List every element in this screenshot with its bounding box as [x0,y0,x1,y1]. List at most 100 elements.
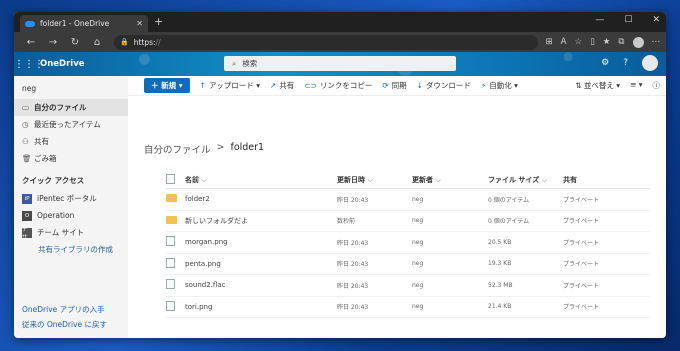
collections-icon[interactable]: ⧉ [618,37,624,47]
url-field[interactable]: 🔒 https: // [114,34,538,50]
file-name[interactable]: sound2.flac [185,281,337,289]
sidebar-item-recycle-bin[interactable]: 🗑 ごみ箱 [14,150,128,167]
column-header-size[interactable]: ファイル サイズ ⌵ [488,175,563,185]
upload-button[interactable]: ↑ アップロード ▾ [200,80,260,91]
library-label: iPentec ポータル [37,194,97,203]
app-launcher-icon[interactable]: ⋮⋮⋮ [14,59,44,70]
onedrive-header: ⋮⋮⋮ OneDrive ⌕ 検索 ⚙ ? [14,52,666,76]
browser-toolbar-icons: ⊞ A ☆ ▯ ★ ⧉ ⋯ [546,36,661,48]
tab-close-icon[interactable]: ✕ [136,19,143,28]
onedrive-cloud-icon [25,20,35,27]
brand-name[interactable]: OneDrive [40,59,85,69]
maximize-button[interactable]: ☐ [624,15,632,25]
home-icon[interactable]: ⌂ [86,37,108,48]
table-row[interactable]: folder2 昨日 20:43 neg 0 個のアイテム プライベート [166,189,650,211]
new-tab-button[interactable]: + [154,15,163,28]
close-window-button[interactable]: ✕ [652,15,660,25]
address-bar: ← → ↻ ⌂ 🔒 https: // ⊞ A ☆ ▯ ★ ⧉ ⋯ [14,32,666,52]
share-button[interactable]: ↗ 共有 [270,80,294,91]
file-sharing: プライベート [563,282,600,290]
sidebar-item-shared[interactable]: ⚇ 共有 [14,133,128,150]
sidebar-user: neg [22,84,37,93]
back-icon[interactable]: ← [20,37,42,48]
file-modified: 昨日 20:43 [337,239,369,247]
file-name[interactable]: folder2 [185,195,337,203]
file-modified: 昨日 20:43 [337,304,369,312]
file-list: 名前 ⌵ 更新日時 ⌵ 更新者 ⌵ ファイル サイズ ⌵ 共有 folder2 … [166,171,650,318]
download-icon: ↓ [416,81,423,90]
file-sharing: プライベート [563,239,600,247]
file-name[interactable]: tori.png [185,303,337,311]
user-avatar[interactable] [642,55,658,71]
breadcrumb-root[interactable]: 自分のファイル [144,142,211,156]
favorite-star-icon[interactable]: ☆ [574,37,582,47]
file-size: 20.5 KB [488,238,512,246]
return-classic-link[interactable]: 従来の OneDrive に戻す [22,317,107,332]
automate-button[interactable]: ⚡ 自動化 ▾ [481,80,518,91]
image-file-icon [166,257,175,268]
sidebar-item-my-files[interactable]: ▭ 自分のファイル [14,99,128,116]
search-input[interactable]: ⌕ 検索 [224,56,456,71]
library-team-site[interactable]: チサ チーム サイト [14,224,128,241]
more-icon[interactable]: ⋯ [652,37,661,47]
clock-icon: ◷ [22,120,29,129]
column-header-modified[interactable]: 更新日時 ⌵ [337,175,412,185]
header-actions: ⚙ ? [601,55,658,71]
favorites-icon[interactable]: ★ [603,37,611,47]
read-aloud-icon[interactable]: A [561,37,567,47]
upload-label: アップロード [208,81,254,90]
file-sharing: プライベート [563,304,600,312]
file-name[interactable]: 新しいフォルダだよ [185,216,337,226]
create-shared-library-link[interactable]: 共有ライブラリの作成 [14,241,128,257]
file-name[interactable]: penta.png [185,260,337,268]
library-label: チーム サイト [37,228,85,237]
get-apps-link[interactable]: OneDrive アプリの入手 [22,302,107,317]
sort-button[interactable]: ⇅ 並べ替え ▾ [575,80,620,91]
sidebar-item-recent[interactable]: ◷ 最近使ったアイテム [14,116,128,133]
profile-avatar[interactable] [632,36,644,48]
column-header-modified-by[interactable]: 更新者 ⌵ [412,175,488,185]
download-button[interactable]: ↓ ダウンロード [417,80,471,91]
command-bar: ＋ 新規 ▾ ↑ アップロード ▾ ↗ 共有 ⊂⊃ リンクをコピー ⟳ 同期 ↓… [128,76,666,96]
split-icon[interactable]: ▯ [590,37,595,47]
sync-label: 同期 [391,81,407,90]
info-icon[interactable]: ⓘ [653,80,661,91]
folder-icon [166,215,177,224]
library-operation[interactable]: O Operation [14,207,128,224]
help-icon[interactable]: ? [623,58,628,68]
sidebar-item-label: 最近使ったアイテム [34,120,101,129]
sync-button[interactable]: ⟳ 同期 [382,80,406,91]
column-header-name[interactable]: 名前 ⌵ [185,175,337,185]
refresh-icon[interactable]: ↻ [64,37,86,48]
table-row[interactable]: tori.png 昨日 20:43 neg 21.4 KB プライベート [166,297,650,318]
column-header-sharing[interactable]: 共有 [563,175,643,185]
minimize-button[interactable]: — [595,15,604,25]
page-content: neg ▭ 自分のファイル ◷ 最近使ったアイテム ⚇ 共有 🗑 ごみ箱 クイッ… [14,76,666,338]
chevron-down-icon: ▾ [176,81,183,90]
new-button[interactable]: ＋ 新規 ▾ [144,78,190,93]
table-row[interactable]: morgan.png 昨日 20:43 neg 20.5 KB プライベート [166,232,650,254]
view-options-icon[interactable]: ≡ ▾ [630,80,642,91]
url-text-rest: // [155,37,161,47]
breadcrumb: 自分のファイル > folder1 [144,142,264,156]
search-icon: ⌕ [232,58,237,68]
file-size: 52.3 MB [488,281,513,289]
file-size: 19.3 KB [488,260,512,268]
table-row[interactable]: sound2.flac 昨日 20:43 neg 52.3 MB プライベート [166,275,650,297]
file-size: 21.4 KB [488,303,512,311]
library-ipentec-portal[interactable]: iP iPentec ポータル [14,190,128,207]
lock-icon: 🔒 [120,38,129,46]
tab-strip: folder1 - OneDrive ✕ + — ☐ ✕ [14,12,666,32]
share-label: 共有 [279,81,295,90]
plus-icon: ＋ [151,81,162,90]
browser-tab[interactable]: folder1 - OneDrive ✕ [20,15,148,32]
settings-gear-icon[interactable]: ⚙ [601,58,609,68]
forward-icon[interactable]: → [42,37,64,48]
app-available-icon[interactable]: ⊞ [546,37,553,47]
table-row[interactable]: 新しいフォルダだよ 数秒前 neg 0 個のアイテム プライベート [166,211,650,232]
file-name[interactable]: morgan.png [185,238,337,246]
browser-window: folder1 - OneDrive ✕ + — ☐ ✕ ← → ↻ ⌂ 🔒 h… [14,12,666,338]
copy-link-button[interactable]: ⊂⊃ リンクをコピー [304,80,372,91]
file-modified-by: neg [412,260,424,268]
table-row[interactable]: penta.png 昨日 20:43 neg 19.3 KB プライベート [166,254,650,275]
